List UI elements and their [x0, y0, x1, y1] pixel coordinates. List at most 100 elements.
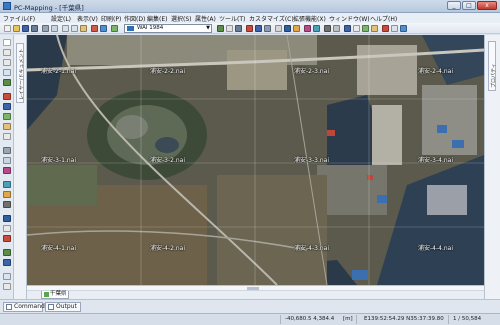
- minimize-button[interactable]: _: [447, 1, 461, 10]
- map-document-tab[interactable]: 千葉県: [41, 291, 69, 299]
- menu-window[interactable]: ウィンドウ(W): [329, 14, 370, 23]
- tile-label: 浦安-2-4.nai: [418, 68, 454, 75]
- status-xy: -40,680.5 4,384.4: [285, 316, 335, 322]
- right-panel: プロパティ: [484, 35, 500, 299]
- menu-settings[interactable]: 設定(L): [51, 14, 71, 23]
- properties-panel-tab[interactable]: プロパティ: [488, 41, 497, 91]
- tile-label: 浦安-4-3.nai: [294, 245, 330, 252]
- open-folder-icon[interactable]: [13, 25, 20, 32]
- pointer-icon[interactable]: [3, 39, 11, 46]
- menu-attribute[interactable]: 属性(A): [195, 14, 216, 23]
- cut-icon[interactable]: [62, 25, 69, 32]
- tile-label: 浦安-2-1.nai: [41, 68, 77, 75]
- redo-icon[interactable]: [100, 25, 107, 32]
- title-bar: PC-Mapping - [千葉県] _ □ x: [0, 0, 500, 13]
- map-document-tab-label: 千葉県: [50, 291, 67, 297]
- style-icon[interactable]: [304, 25, 311, 32]
- ruler-icon[interactable]: [264, 25, 271, 32]
- menu-draw[interactable]: 作図(D): [124, 14, 145, 23]
- app-icon: [3, 2, 11, 10]
- scrollbar-thumb[interactable]: [247, 287, 259, 290]
- layer-panel-tab[interactable]: レイヤー/ドキュメント: [16, 43, 25, 103]
- close-button[interactable]: x: [477, 1, 497, 10]
- menu-view[interactable]: 表示(V): [77, 14, 98, 23]
- save-all-icon[interactable]: [31, 25, 38, 32]
- copy-icon[interactable]: [71, 25, 78, 32]
- map-icon: [44, 292, 49, 297]
- move-icon[interactable]: [3, 147, 11, 154]
- split-icon[interactable]: [371, 25, 378, 32]
- coordinate-system-select[interactable]: WAI 1984 ▼: [124, 24, 212, 33]
- point-icon[interactable]: [3, 93, 11, 100]
- query-icon[interactable]: [284, 25, 291, 32]
- zoom-in-icon[interactable]: [3, 49, 11, 56]
- status-latlon: E139:52:54.29 N35:37:39.80: [364, 316, 444, 322]
- rotate-icon[interactable]: [3, 157, 11, 164]
- chart-icon[interactable]: [255, 25, 262, 32]
- aerial-image: [27, 35, 484, 285]
- merge-icon[interactable]: [362, 25, 369, 32]
- map-tab-strip: 千葉県: [27, 285, 484, 299]
- select-area-icon[interactable]: [3, 225, 11, 232]
- print-icon[interactable]: [42, 25, 49, 32]
- image-icon[interactable]: [3, 249, 11, 256]
- scissors-icon[interactable]: [353, 25, 360, 32]
- highlight-icon[interactable]: [293, 25, 300, 32]
- maximize-button[interactable]: □: [462, 1, 476, 10]
- settings-icon[interactable]: [3, 283, 11, 290]
- grid-icon[interactable]: [226, 25, 233, 32]
- menu-print[interactable]: 印刷(P): [101, 14, 121, 23]
- tile-label: 浦安-2-2.nai: [150, 68, 186, 75]
- polygon-icon[interactable]: [3, 113, 11, 120]
- full-extent-icon[interactable]: [3, 79, 11, 86]
- clear-selection-icon[interactable]: [3, 235, 11, 242]
- menu-select[interactable]: 選択(S): [171, 14, 192, 23]
- new-icon[interactable]: [4, 25, 11, 32]
- eraser-icon[interactable]: [333, 25, 340, 32]
- refresh-icon[interactable]: [3, 273, 11, 280]
- menu-file[interactable]: ファイル(F): [3, 14, 35, 23]
- print-preview-icon[interactable]: [51, 25, 58, 32]
- menu-tools[interactable]: ツール(T): [219, 14, 245, 23]
- label-icon[interactable]: [3, 191, 11, 198]
- tile-label: 浦安-4-2.nai: [150, 245, 186, 252]
- tile-label: 浦安-2-3.nai: [294, 68, 330, 75]
- attribute-icon[interactable]: [275, 25, 282, 32]
- raster-icon[interactable]: [3, 259, 11, 266]
- symbol-icon[interactable]: [313, 25, 320, 32]
- menu-customize[interactable]: カスタマイズ(C): [249, 14, 294, 23]
- horizontal-scrollbar[interactable]: [27, 286, 484, 291]
- circle-icon[interactable]: [3, 133, 11, 140]
- paste-icon[interactable]: [80, 25, 87, 32]
- undo-icon[interactable]: [91, 25, 98, 32]
- delete-icon[interactable]: [382, 25, 389, 32]
- menu-help[interactable]: ヘルプ(H): [370, 14, 397, 23]
- zoom-out-icon[interactable]: [3, 59, 11, 66]
- vertex-icon[interactable]: [3, 167, 11, 174]
- pan-icon[interactable]: [3, 69, 11, 76]
- map-view[interactable]: 浦安-2-1.nai 浦安-2-2.nai 浦安-2-3.nai 浦安-2-4.…: [27, 35, 484, 285]
- tile-label: 浦安-3-1.nai: [41, 157, 77, 164]
- layer-icon[interactable]: [217, 25, 224, 32]
- output-tab[interactable]: Output: [45, 302, 81, 312]
- text-icon[interactable]: [344, 25, 351, 32]
- coordinate-system-icon[interactable]: [111, 25, 118, 32]
- select-icon[interactable]: [3, 215, 11, 222]
- measure-icon[interactable]: [3, 181, 11, 188]
- marker-icon[interactable]: [246, 25, 253, 32]
- help-icon[interactable]: [400, 25, 407, 32]
- command-tab[interactable]: Command: [3, 302, 45, 312]
- buffer-icon[interactable]: [3, 201, 11, 208]
- rectangle-icon[interactable]: [3, 123, 11, 130]
- globe-icon: [127, 26, 134, 31]
- menu-extensions[interactable]: 拡張機能(X): [293, 14, 326, 23]
- properties-icon[interactable]: [391, 25, 398, 32]
- menu-edit[interactable]: 編集(E): [147, 14, 167, 23]
- tile-label: 浦安-4-4.nai: [418, 245, 454, 252]
- table-icon[interactable]: [235, 25, 242, 32]
- command-icon: [6, 304, 12, 310]
- tile-label: 浦安-4-1.nai: [41, 245, 77, 252]
- save-icon[interactable]: [22, 25, 29, 32]
- pen-icon[interactable]: [324, 25, 331, 32]
- line-icon[interactable]: [3, 103, 11, 110]
